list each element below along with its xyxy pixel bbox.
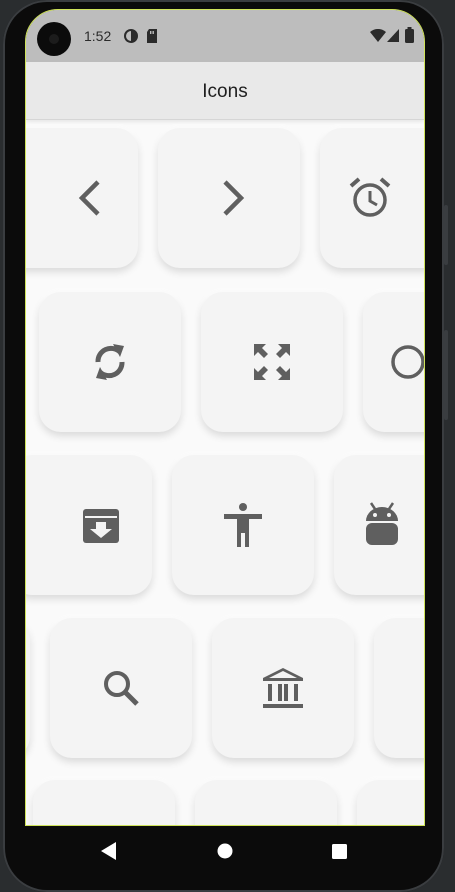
- data-saver-icon: [124, 29, 138, 43]
- bank-icon: [263, 668, 303, 708]
- back-icon: [101, 842, 116, 860]
- tile-fullscreen[interactable]: [201, 292, 343, 432]
- tile-sync[interactable]: [39, 292, 181, 432]
- recents-button[interactable]: [309, 825, 369, 877]
- front-camera: [37, 22, 71, 56]
- tile-android[interactable]: [334, 455, 424, 595]
- archive-icon: [83, 509, 119, 543]
- tile-empty-3[interactable]: [357, 780, 424, 825]
- tile-partial-right[interactable]: [374, 618, 424, 758]
- tile-chevron-left[interactable]: [26, 128, 138, 268]
- tile-empty-2[interactable]: [195, 780, 337, 825]
- status-time: 1:52: [84, 28, 112, 44]
- tile-archive[interactable]: [26, 455, 152, 595]
- app-bar: Icons: [26, 62, 424, 120]
- recents-icon: [331, 843, 347, 859]
- power-button: [444, 330, 448, 420]
- status-bar: 1:52: [26, 10, 424, 62]
- wifi-icon: [370, 29, 386, 42]
- home-button[interactable]: [195, 825, 255, 877]
- battery-icon: [405, 27, 414, 43]
- screen: 1:52 Icons: [25, 9, 425, 826]
- signal-icon: [387, 29, 399, 42]
- tile-alarm[interactable]: [320, 128, 424, 268]
- tile-accessibility[interactable]: [172, 455, 314, 595]
- chevron-right-icon: [223, 180, 245, 216]
- accessibility-icon: [224, 503, 262, 547]
- navigation-bar: [26, 825, 424, 877]
- icon-grid[interactable]: [26, 120, 424, 825]
- android-icon: [366, 502, 398, 545]
- clock-icon: [391, 345, 424, 379]
- home-icon: [217, 843, 233, 859]
- alarm-icon: [349, 177, 391, 217]
- tile-empty-1[interactable]: [33, 780, 175, 825]
- tile-chevron-right[interactable]: [158, 128, 300, 268]
- tile-partial-left[interactable]: [26, 618, 30, 758]
- search-icon: [104, 671, 139, 706]
- page-title: Icons: [202, 81, 248, 102]
- chevron-left-icon: [78, 180, 100, 216]
- fullscreen-icon: [254, 344, 290, 380]
- sync-icon: [95, 344, 125, 380]
- tile-bank[interactable]: [212, 618, 354, 758]
- sd-card-icon: [147, 29, 157, 43]
- tile-clock[interactable]: [363, 292, 424, 432]
- back-button[interactable]: [79, 825, 139, 877]
- tile-search[interactable]: [50, 618, 192, 758]
- volume-button: [444, 205, 448, 265]
